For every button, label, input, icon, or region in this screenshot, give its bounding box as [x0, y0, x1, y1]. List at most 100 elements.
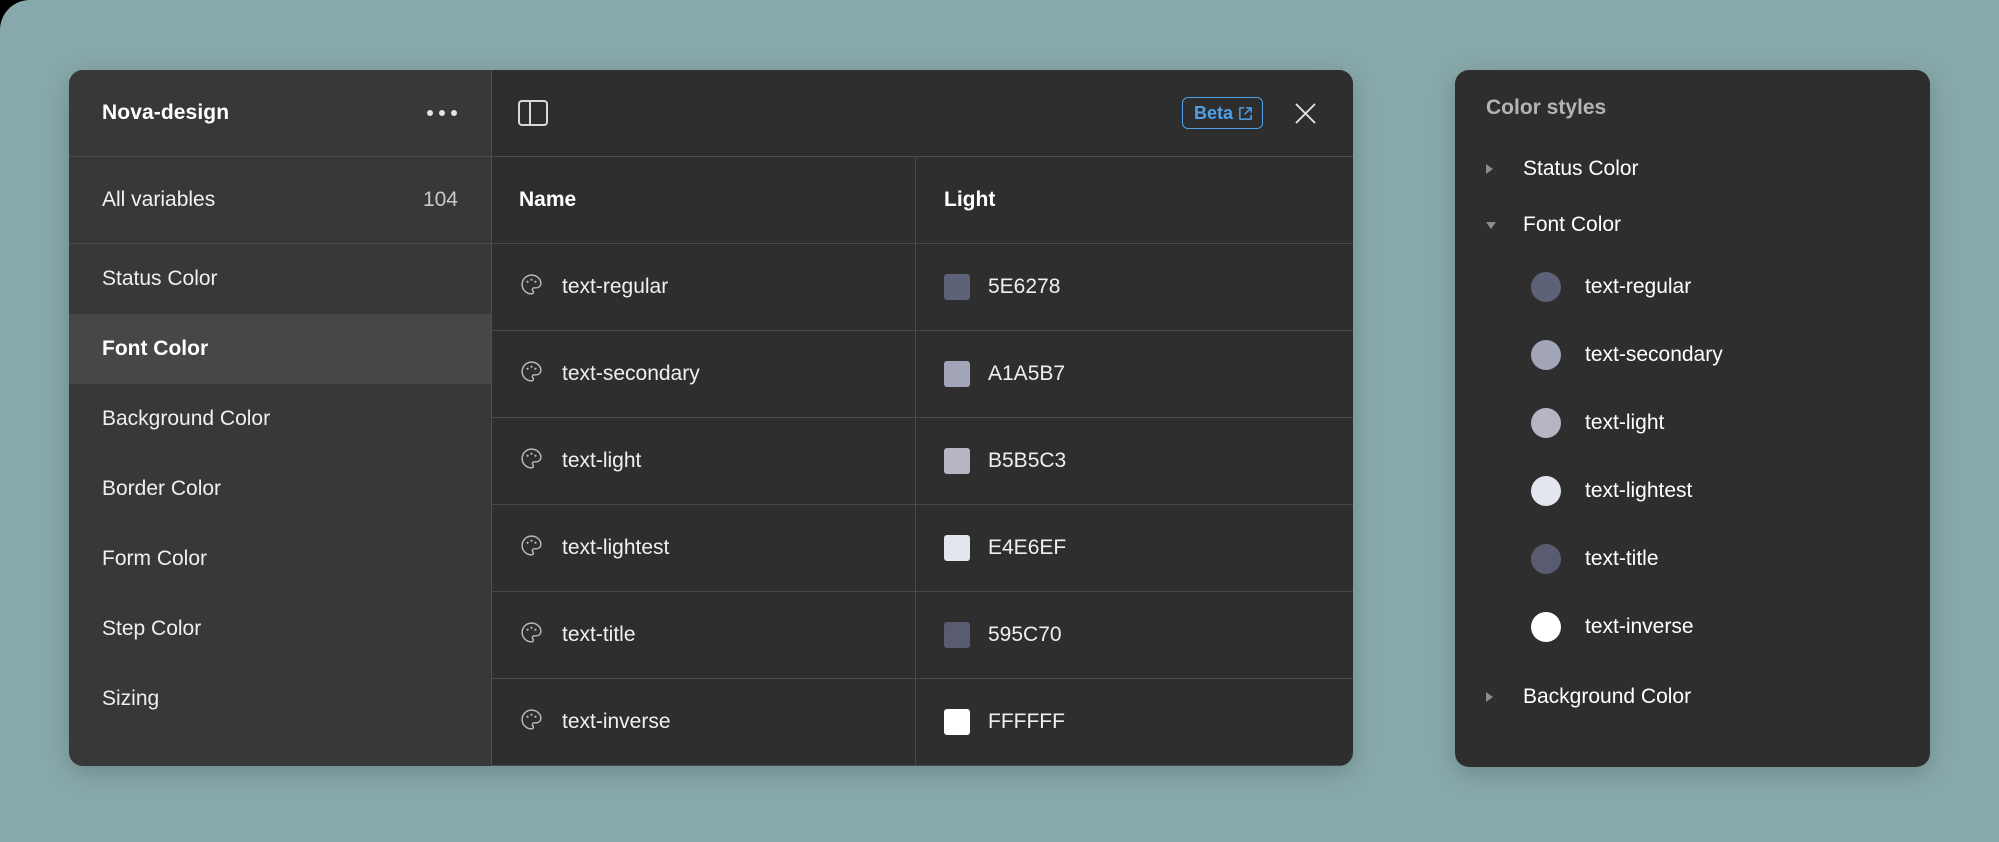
variables-toolbar: Beta: [492, 70, 1353, 157]
variable-value-cell[interactable]: A1A5B7: [916, 331, 1353, 417]
color-style-label: text-light: [1585, 411, 1665, 434]
color-style-label: text-secondary: [1585, 343, 1723, 366]
sidebar-item-label: Border Color: [102, 477, 222, 500]
color-style-item-list: text-regular text-secondary text-light t…: [1455, 253, 1930, 661]
variable-hex: B5B5C3: [988, 449, 1067, 472]
variable-value-cell[interactable]: 595C70: [916, 592, 1353, 678]
color-style-label: text-lightest: [1585, 479, 1693, 502]
color-style-group-status-color[interactable]: Status Color: [1455, 147, 1930, 191]
column-header-light: Light: [944, 188, 996, 211]
color-style-label: text-regular: [1585, 275, 1692, 298]
all-variables-row[interactable]: All variables 104: [69, 157, 491, 244]
color-style-item-text-inverse[interactable]: text-inverse: [1455, 593, 1930, 661]
beta-label: Beta: [1193, 103, 1233, 123]
beta-badge[interactable]: Beta: [1181, 97, 1263, 129]
variables-window: Nova-design All variables 104 Status Col…: [69, 70, 1353, 766]
sidebar-item-step-color[interactable]: Step Color: [69, 594, 491, 664]
color-swatch: [944, 535, 970, 561]
group-label: Font Color: [1523, 213, 1622, 236]
color-swatch: [944, 709, 970, 735]
column-header-name: Name: [492, 157, 916, 243]
close-icon[interactable]: [1285, 93, 1325, 133]
palette-icon: [519, 620, 544, 650]
variable-name: text-regular: [562, 275, 669, 298]
variable-name-cell[interactable]: text-secondary: [492, 331, 916, 417]
color-style-item-text-title[interactable]: text-title: [1455, 525, 1930, 593]
table-row[interactable]: text-secondary A1A5B7: [492, 331, 1353, 418]
variables-table: Name Light text-regular 5E6278 text-seco…: [492, 157, 1353, 766]
variable-name-cell[interactable]: text-title: [492, 592, 916, 678]
palette-icon: [519, 272, 544, 302]
chevron-down-icon[interactable]: [1486, 221, 1508, 229]
variable-hex: E4E6EF: [988, 536, 1067, 559]
table-row[interactable]: text-regular 5E6278: [492, 244, 1353, 331]
sidebar-item-status-color[interactable]: Status Color: [69, 244, 491, 314]
color-dot: [1531, 408, 1561, 438]
color-style-item-text-regular[interactable]: text-regular: [1455, 253, 1930, 321]
sidebar-item-label: Background Color: [102, 407, 271, 430]
variable-hex: 595C70: [988, 623, 1062, 646]
color-styles-title: Color styles: [1486, 96, 1607, 119]
all-variables-label: All variables: [102, 188, 216, 211]
variable-hex: A1A5B7: [988, 362, 1066, 385]
table-row[interactable]: text-light B5B5C3: [492, 418, 1353, 505]
external-link-icon: [1238, 106, 1253, 121]
color-style-label: text-title: [1585, 547, 1659, 570]
color-style-item-text-lightest[interactable]: text-lightest: [1455, 457, 1930, 525]
table-row[interactable]: text-lightest E4E6EF: [492, 505, 1353, 592]
color-dot: [1531, 544, 1561, 574]
color-dot: [1531, 476, 1561, 506]
page-title: Nova-design: [102, 101, 230, 124]
chevron-right-icon[interactable]: [1486, 164, 1508, 174]
chevron-right-icon[interactable]: [1486, 692, 1508, 702]
app-canvas: Nova-design All variables 104 Status Col…: [0, 0, 1999, 842]
variable-name-cell[interactable]: text-inverse: [492, 679, 916, 765]
table-row[interactable]: text-inverse FFFFFF: [492, 679, 1353, 766]
sidebar-item-label: Form Color: [102, 547, 208, 570]
palette-icon: [519, 533, 544, 563]
table-header-row: Name Light: [492, 157, 1353, 244]
variable-value-cell[interactable]: 5E6278: [916, 244, 1353, 330]
sidebar-item-form-color[interactable]: Form Color: [69, 524, 491, 594]
more-horizontal-icon[interactable]: [423, 102, 461, 124]
variable-hex: 5E6278: [988, 275, 1061, 298]
color-style-group-font-color[interactable]: Font Color: [1455, 203, 1930, 247]
color-style-group-background-color[interactable]: Background Color: [1455, 675, 1930, 719]
variable-name-cell[interactable]: text-regular: [492, 244, 916, 330]
variable-value-cell[interactable]: B5B5C3: [916, 418, 1353, 504]
sidebar-item-sizing[interactable]: Sizing: [69, 664, 491, 734]
variable-name: text-title: [562, 623, 636, 646]
palette-icon: [519, 446, 544, 476]
color-swatch: [944, 622, 970, 648]
variables-window-titlebar: Nova-design: [69, 70, 491, 157]
variable-hex: FFFFFF: [988, 710, 1065, 733]
sidebar-item-label: Status Color: [102, 267, 218, 290]
color-styles-collapsed-groups: Status Color: [1455, 147, 1930, 191]
sidebar-item-border-color[interactable]: Border Color: [69, 454, 491, 524]
sidebar-item-font-color[interactable]: Font Color: [69, 314, 491, 384]
color-dot: [1531, 612, 1561, 642]
variable-name-cell[interactable]: text-lightest: [492, 505, 916, 591]
sidebar-item-label: Font Color: [102, 337, 209, 360]
variable-name: text-light: [562, 449, 642, 472]
table-row[interactable]: text-title 595C70: [492, 592, 1353, 679]
variables-content: Beta Name Light text-regular 5E6278 text…: [492, 70, 1353, 766]
color-style-item-text-light[interactable]: text-light: [1455, 389, 1930, 457]
color-swatch: [944, 448, 970, 474]
sidebar-panel-icon[interactable]: [518, 100, 548, 126]
palette-icon: [519, 359, 544, 389]
color-styles-panel: Color styles Status Color Font Color tex…: [1455, 70, 1930, 767]
variable-name-cell[interactable]: text-light: [492, 418, 916, 504]
variable-name: text-lightest: [562, 536, 670, 559]
variable-value-cell[interactable]: E4E6EF: [916, 505, 1353, 591]
color-dot: [1531, 340, 1561, 370]
sidebar-item-label: Sizing: [102, 687, 160, 710]
color-dot: [1531, 272, 1561, 302]
group-label: Status Color: [1523, 157, 1639, 180]
color-style-item-text-secondary[interactable]: text-secondary: [1455, 321, 1930, 389]
color-swatch: [944, 361, 970, 387]
color-swatch: [944, 274, 970, 300]
color-style-label: text-inverse: [1585, 615, 1694, 638]
variable-value-cell[interactable]: FFFFFF: [916, 679, 1353, 765]
sidebar-item-background-color[interactable]: Background Color: [69, 384, 491, 454]
